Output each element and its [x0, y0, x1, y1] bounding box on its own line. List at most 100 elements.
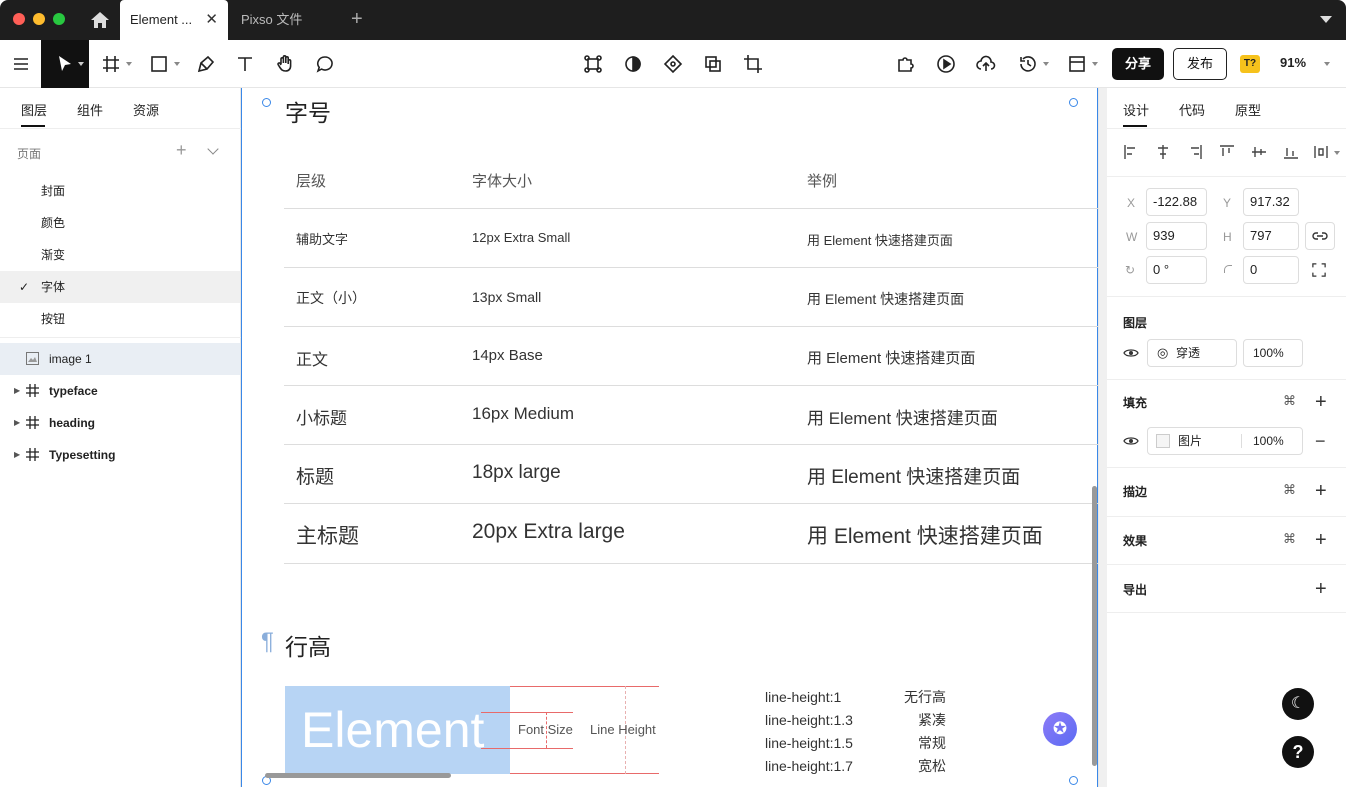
page-item-gradient[interactable]: 渐变 [0, 239, 240, 271]
component-icon[interactable] [581, 52, 605, 76]
horizontal-scrollbar[interactable] [265, 773, 451, 778]
upload-cloud-icon[interactable] [974, 52, 998, 76]
plugin-icon[interactable] [894, 52, 918, 76]
resize-handle[interactable] [1069, 98, 1078, 107]
eye-icon[interactable] [1123, 435, 1139, 447]
resize-handle[interactable] [262, 98, 271, 107]
eye-icon[interactable] [1123, 347, 1139, 359]
corner-radius-input[interactable]: 0 [1243, 256, 1299, 284]
style-library-icon[interactable]: ⌘ [1283, 393, 1296, 409]
expand-arrow-icon[interactable]: ▶ [14, 407, 20, 439]
fill-row[interactable]: 图片 100% [1147, 427, 1303, 455]
layout-panel-icon[interactable] [1065, 52, 1089, 76]
home-icon[interactable] [90, 11, 110, 29]
layer-item-typesetting[interactable]: ▶ Typesetting [0, 439, 240, 471]
page-item-fonts[interactable]: ✓ 字体 [0, 271, 240, 303]
page-item-cover[interactable]: 封面 [0, 175, 240, 207]
expand-arrow-icon[interactable]: ▶ [14, 375, 20, 407]
canvas[interactable]: 字号 层级 字体大小 举例 辅助文字 12px Extra Small 用 El… [241, 88, 1098, 787]
maximize-window-button[interactable] [53, 13, 65, 25]
layer-item-typeface[interactable]: ▶ typeface [0, 375, 240, 407]
chevron-down-icon[interactable] [78, 62, 84, 66]
add-effect-icon[interactable]: + [1315, 530, 1327, 550]
tab-design[interactable]: 设计 [1123, 100, 1149, 119]
align-right-icon[interactable] [1187, 144, 1203, 160]
play-icon[interactable] [934, 52, 958, 76]
tab-menu-chevron-icon[interactable] [1320, 16, 1332, 23]
independent-corners-icon[interactable] [1312, 263, 1326, 277]
missing-font-badge[interactable]: T? [1240, 55, 1260, 73]
divider [1107, 564, 1346, 565]
align-bottom-icon[interactable] [1283, 144, 1299, 160]
tab-assets[interactable]: 资源 [133, 100, 159, 119]
y-input[interactable]: 917.32 [1243, 188, 1299, 216]
history-icon[interactable] [1016, 52, 1040, 76]
pen-tool-icon[interactable] [194, 52, 218, 76]
help-button[interactable]: ? [1282, 736, 1314, 768]
page-item-colors[interactable]: 颜色 [0, 207, 240, 239]
collapse-pages-chevron-icon[interactable] [207, 143, 219, 155]
publish-button[interactable]: 发布 [1173, 48, 1227, 80]
height-input[interactable]: 797 [1243, 222, 1299, 250]
corner-radius-icon [1224, 265, 1232, 273]
w-label: W [1126, 230, 1138, 244]
remove-fill-icon[interactable]: − [1315, 431, 1326, 451]
move-tool-button[interactable] [41, 40, 89, 88]
rectangle-tool-icon[interactable] [147, 52, 171, 76]
frame-tool-icon[interactable] [99, 52, 123, 76]
comment-tool-icon[interactable] [313, 52, 337, 76]
boolean-icon[interactable] [701, 52, 725, 76]
chevron-down-icon[interactable] [174, 62, 180, 66]
width-input[interactable]: 939 [1146, 222, 1207, 250]
zoom-chevron-down-icon[interactable] [1324, 62, 1330, 66]
main-menu-icon[interactable] [9, 52, 33, 76]
text-tool-icon[interactable] [233, 52, 257, 76]
auto-layout-icon[interactable] [661, 52, 685, 76]
add-export-icon[interactable]: + [1315, 579, 1327, 599]
chevron-down-icon[interactable] [126, 62, 132, 66]
tab-prototype[interactable]: 原型 [1235, 100, 1261, 119]
tab-code[interactable]: 代码 [1179, 100, 1205, 119]
zoom-level[interactable]: 91% [1280, 55, 1306, 70]
guide-line [481, 748, 573, 749]
close-tab-icon[interactable]: ✕ [205, 0, 218, 40]
chevron-down-icon[interactable] [1043, 62, 1049, 66]
vertical-scrollbar[interactable] [1092, 486, 1097, 766]
distribute-icon[interactable] [1313, 144, 1329, 160]
dark-mode-toggle-icon[interactable]: ☾ [1282, 688, 1314, 720]
chevron-down-icon[interactable] [1334, 151, 1340, 155]
style-library-icon[interactable]: ⌘ [1283, 531, 1296, 547]
align-top-icon[interactable] [1219, 144, 1235, 160]
x-input[interactable]: -122.88 [1146, 188, 1207, 216]
close-window-button[interactable] [13, 13, 25, 25]
resize-handle[interactable] [1069, 776, 1078, 785]
share-button[interactable]: 分享 [1112, 48, 1164, 80]
rotation-input[interactable]: 0 ° [1146, 256, 1207, 284]
layer-item-image[interactable]: image 1 [0, 343, 240, 375]
page-item-buttons[interactable]: 按钮 [0, 303, 240, 335]
expand-arrow-icon[interactable]: ▶ [14, 439, 20, 471]
mask-icon[interactable] [621, 52, 645, 76]
tab-pixso-file[interactable]: Pixso 文件 [231, 0, 302, 40]
constrain-proportions-button[interactable] [1305, 222, 1335, 250]
tab-components[interactable]: 组件 [77, 100, 103, 119]
layer-item-heading[interactable]: ▶ heading [0, 407, 240, 439]
hand-tool-icon[interactable] [273, 52, 297, 76]
align-left-icon[interactable] [1123, 144, 1139, 160]
add-tab-icon[interactable]: + [351, 9, 363, 29]
minimize-window-button[interactable] [33, 13, 45, 25]
add-stroke-icon[interactable]: + [1315, 481, 1327, 501]
tab-layers[interactable]: 图层 [21, 100, 47, 119]
fill-opacity[interactable]: 100% [1253, 428, 1284, 454]
align-center-horizontal-icon[interactable] [1155, 144, 1171, 160]
layer-opacity-input[interactable]: 100% [1243, 339, 1303, 367]
crop-icon[interactable] [741, 52, 765, 76]
align-center-vertical-icon[interactable] [1251, 144, 1267, 160]
add-page-icon[interactable]: + [176, 141, 187, 159]
chevron-down-icon[interactable] [1092, 62, 1098, 66]
tab-element-file[interactable]: Element ... ✕ [120, 0, 228, 40]
style-library-icon[interactable]: ⌘ [1283, 482, 1296, 498]
add-fill-icon[interactable]: + [1315, 392, 1327, 412]
blend-mode-select[interactable]: ◎ 穿透 [1147, 339, 1237, 367]
ai-assistant-icon[interactable]: ✪ [1043, 712, 1077, 746]
